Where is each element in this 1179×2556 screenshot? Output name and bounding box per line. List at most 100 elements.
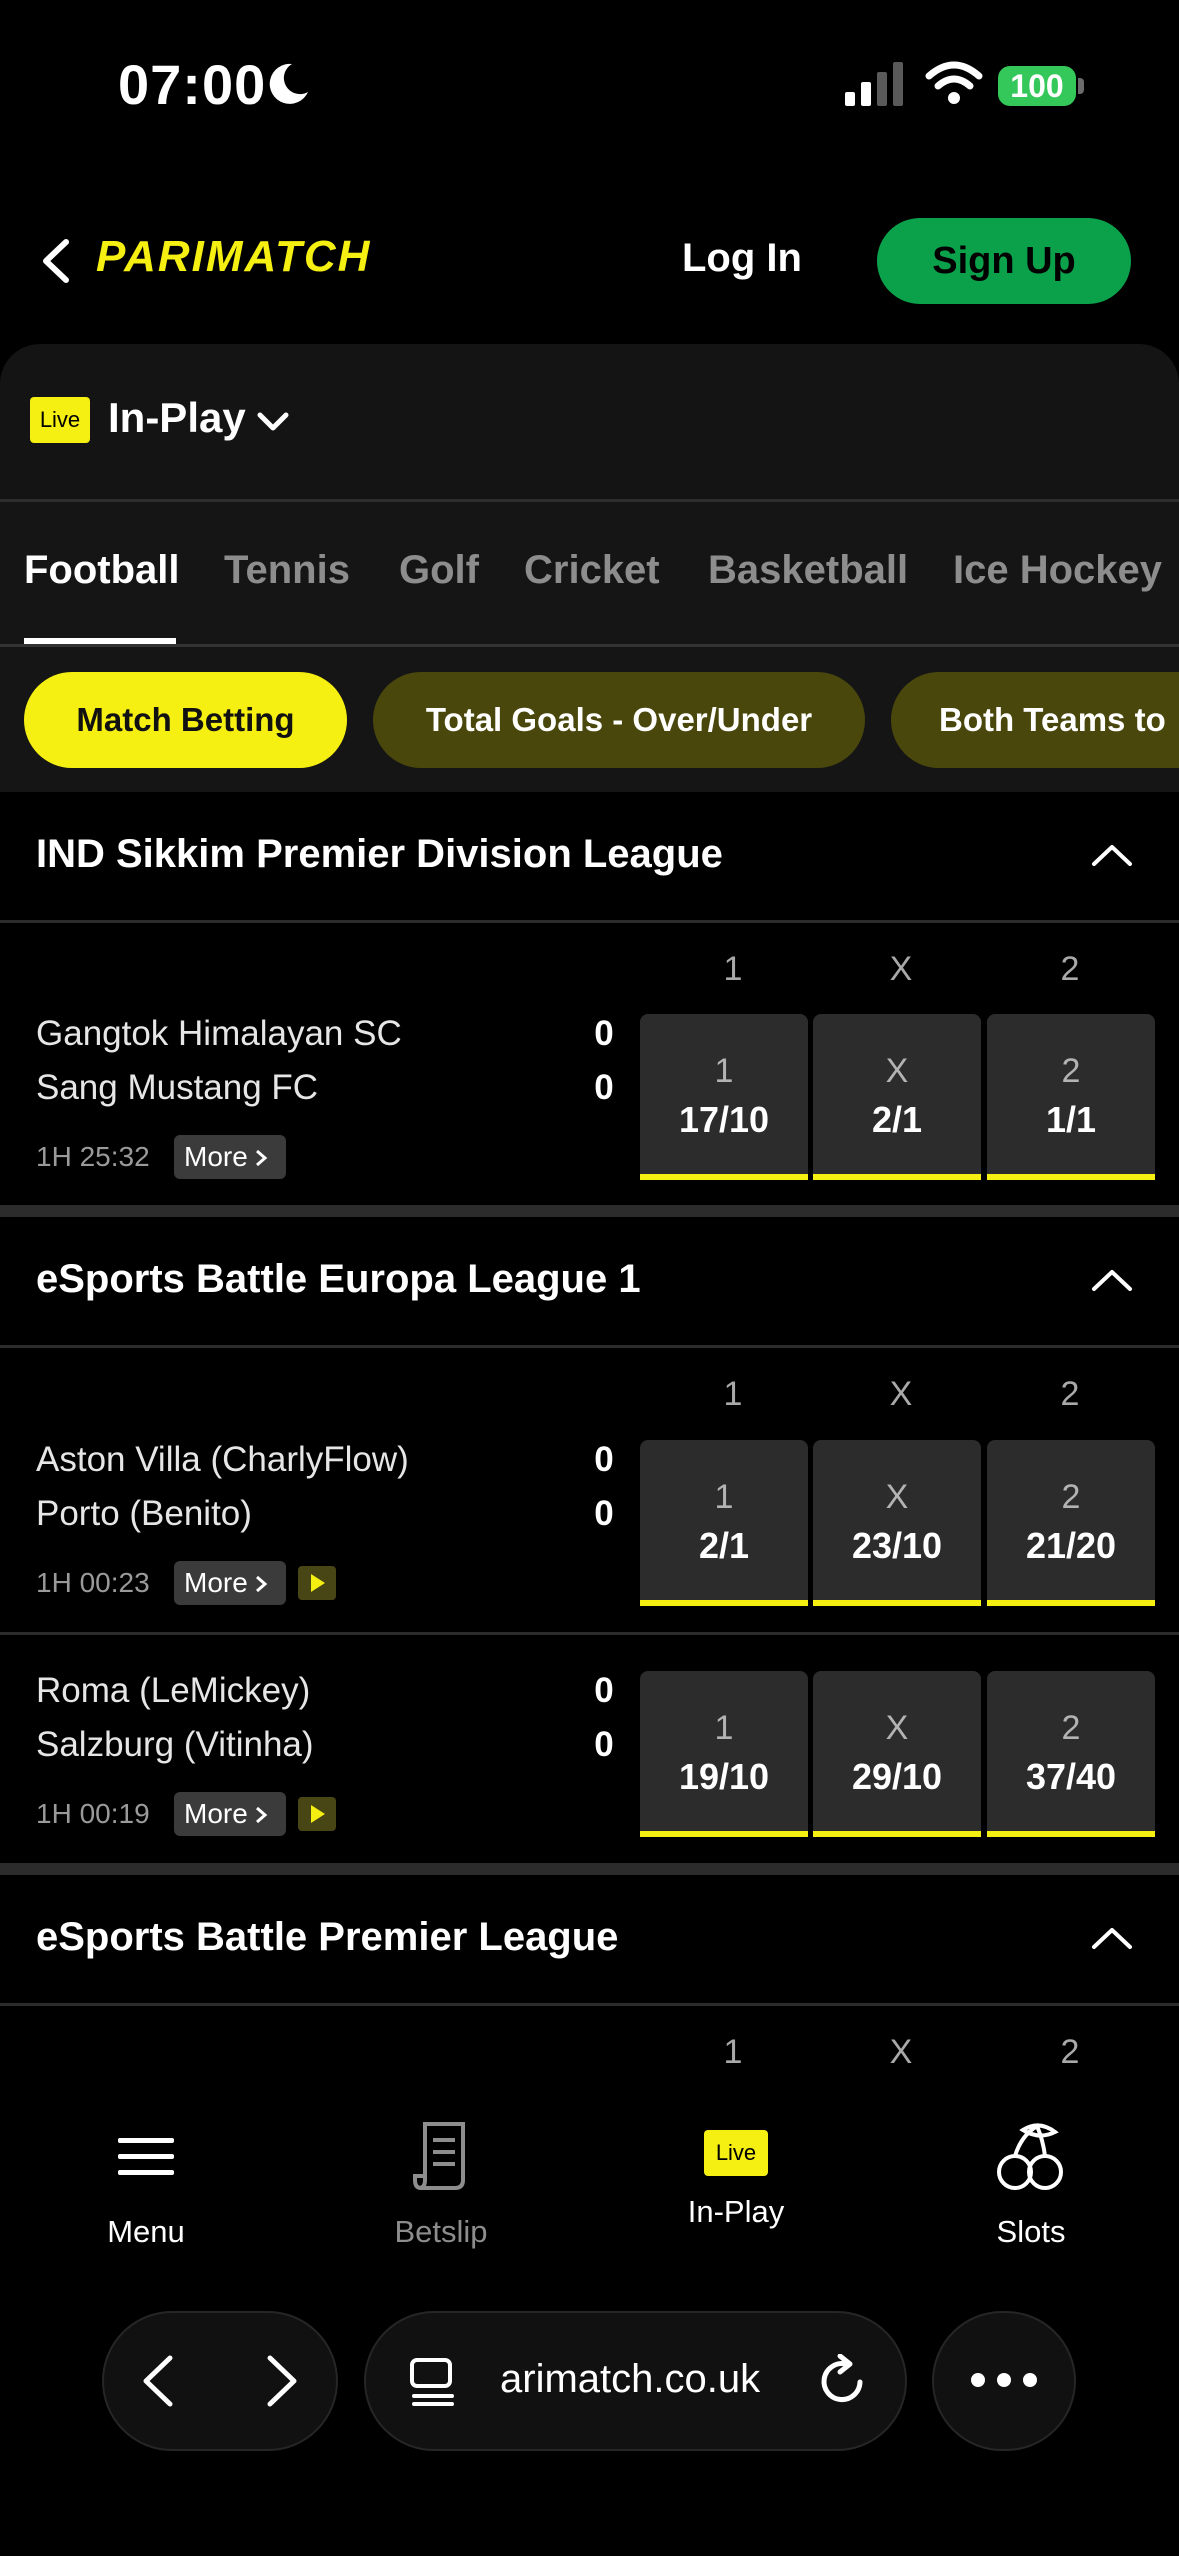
betslip-icon	[413, 2122, 465, 2190]
home-score: 0	[594, 1440, 614, 1479]
tab-tennis[interactable]: Tennis	[224, 548, 350, 593]
col-head-x: X	[889, 950, 913, 988]
moon-icon	[269, 63, 308, 104]
more-dots-icon[interactable]	[970, 2372, 1038, 2388]
odds-value: 21/20	[1025, 1525, 1117, 1566]
browser-nav-group	[102, 2311, 338, 2451]
row-divider	[0, 1632, 1179, 1635]
odds-button-home[interactable]: 1 19/10	[640, 1671, 808, 1837]
away-team[interactable]: Sang Mustang FC	[36, 1068, 318, 1108]
col-head-x: X	[889, 2033, 913, 2071]
col-head-1: 1	[723, 950, 743, 988]
odds-button-away[interactable]: 2 37/40	[987, 1671, 1155, 1837]
wifi-icon	[925, 61, 983, 104]
away-team[interactable]: Salzburg (Vitinha)	[36, 1725, 314, 1765]
odds-value: 19/10	[678, 1756, 770, 1797]
nav-label: Slots	[996, 2214, 1066, 2249]
odds-button-draw[interactable]: X 29/10	[813, 1671, 981, 1837]
chevron-up-icon[interactable]	[1090, 842, 1134, 868]
login-button[interactable]: Log In	[682, 236, 802, 281]
home-score: 0	[594, 1671, 614, 1710]
league-title: IND Sikkim Premier Division League	[36, 832, 723, 876]
tab-cricket[interactable]: Cricket	[524, 548, 660, 593]
chip-both-teams[interactable]: Both Teams to	[891, 672, 1179, 768]
col-head-1: 1	[723, 1375, 743, 1413]
col-head-1: 1	[723, 2033, 743, 2071]
col-head-x: X	[889, 1375, 913, 1413]
nav-label: In-Play	[687, 2194, 785, 2229]
nav-inplay[interactable]: Live In-Play	[636, 2118, 836, 2230]
nav-betslip[interactable]: Betslip	[341, 2118, 541, 2250]
tab-overview-icon[interactable]	[408, 2356, 458, 2408]
signup-button[interactable]: Sign Up	[877, 218, 1131, 304]
odds-label: 1	[714, 1709, 734, 1747]
nav-menu[interactable]: Menu	[46, 2118, 246, 2250]
odds-label: X	[885, 1709, 909, 1747]
match-clock: 1H 25:32	[36, 1141, 150, 1172]
odds-value: 2/1	[871, 1099, 923, 1140]
url-text[interactable]: arimatch.co.uk	[500, 2357, 760, 2402]
nav-slots[interactable]: Slots	[931, 2118, 1131, 2250]
tab-golf[interactable]: Golf	[399, 548, 479, 593]
more-button[interactable]: More	[174, 1135, 286, 1179]
home-team[interactable]: Gangtok Himalayan SC	[36, 1014, 402, 1054]
chevron-up-icon[interactable]	[1090, 1925, 1134, 1951]
home-team[interactable]: Roma (LeMickey)	[36, 1671, 310, 1711]
odds-button-draw[interactable]: X 2/1	[813, 1014, 981, 1180]
nav-label: Betslip	[394, 2214, 488, 2249]
away-score: 0	[594, 1725, 614, 1764]
browser-forward-icon[interactable]	[264, 2354, 300, 2408]
odds-label: 2	[1061, 1709, 1081, 1747]
chip-match-betting[interactable]: Match Betting	[24, 672, 347, 768]
league-header[interactable]: eSports Battle Europa League 1	[0, 1217, 1179, 1348]
chevron-right-icon	[255, 1149, 268, 1167]
menu-icon	[118, 2138, 174, 2175]
odds-value: 2/1	[698, 1525, 750, 1566]
more-label: More	[184, 1567, 248, 1598]
more-label: More	[184, 1798, 248, 1829]
browser-back-icon[interactable]	[140, 2354, 176, 2408]
home-score: 0	[594, 1014, 614, 1053]
odds-button-home[interactable]: 1 2/1	[640, 1440, 808, 1606]
odds-label: 2	[1061, 1052, 1081, 1090]
tab-ice-hockey[interactable]: Ice Hockey	[953, 548, 1162, 593]
odds-button-home[interactable]: 1 17/10	[640, 1014, 808, 1180]
more-button[interactable]: More	[174, 1792, 286, 1836]
back-chevron-icon[interactable]	[38, 238, 72, 284]
odds-value: 23/10	[851, 1525, 943, 1566]
odds-value: 37/40	[1025, 1756, 1117, 1797]
chevron-down-icon[interactable]	[256, 410, 290, 434]
col-head-2: 2	[1060, 2033, 1080, 2071]
away-score: 0	[594, 1068, 614, 1107]
more-label: More	[184, 1141, 248, 1172]
status-time: 07:00	[118, 53, 267, 116]
league-title: eSports Battle Premier League	[36, 1915, 619, 1959]
league-title: eSports Battle Europa League 1	[36, 1257, 641, 1301]
active-tab-indicator	[24, 638, 176, 644]
odds-button-away[interactable]: 2 21/20	[987, 1440, 1155, 1606]
home-team[interactable]: Aston Villa (CharlyFlow)	[36, 1440, 409, 1480]
away-team[interactable]: Porto (Benito)	[36, 1494, 252, 1534]
odds-button-draw[interactable]: X 23/10	[813, 1440, 981, 1606]
live-badge: Live	[30, 397, 90, 443]
chip-total-goals[interactable]: Total Goals - Over/Under	[373, 672, 865, 768]
away-score: 0	[594, 1494, 614, 1533]
league-header[interactable]: eSports Battle Premier League	[0, 1875, 1179, 2006]
odds-button-away[interactable]: 2 1/1	[987, 1014, 1155, 1180]
more-button[interactable]: More	[174, 1561, 286, 1605]
league-header[interactable]: IND Sikkim Premier Division League	[0, 792, 1179, 923]
nav-label: Menu	[107, 2214, 185, 2249]
section-divider	[0, 1205, 1179, 1217]
tab-football[interactable]: Football	[24, 548, 180, 593]
section-divider	[0, 1863, 1179, 1875]
reload-icon[interactable]	[816, 2354, 870, 2408]
odds-label: 2	[1061, 1478, 1081, 1516]
play-stream-icon[interactable]	[298, 1797, 336, 1831]
chevron-up-icon[interactable]	[1090, 1267, 1134, 1293]
tab-basketball[interactable]: Basketball	[708, 548, 908, 593]
col-head-2: 2	[1060, 1375, 1080, 1413]
inplay-dropdown[interactable]: In-Play	[108, 394, 246, 442]
cherries-icon	[997, 2123, 1063, 2190]
play-stream-icon[interactable]	[298, 1566, 336, 1600]
parimatch-logo[interactable]: PARIMATCH	[96, 232, 371, 282]
